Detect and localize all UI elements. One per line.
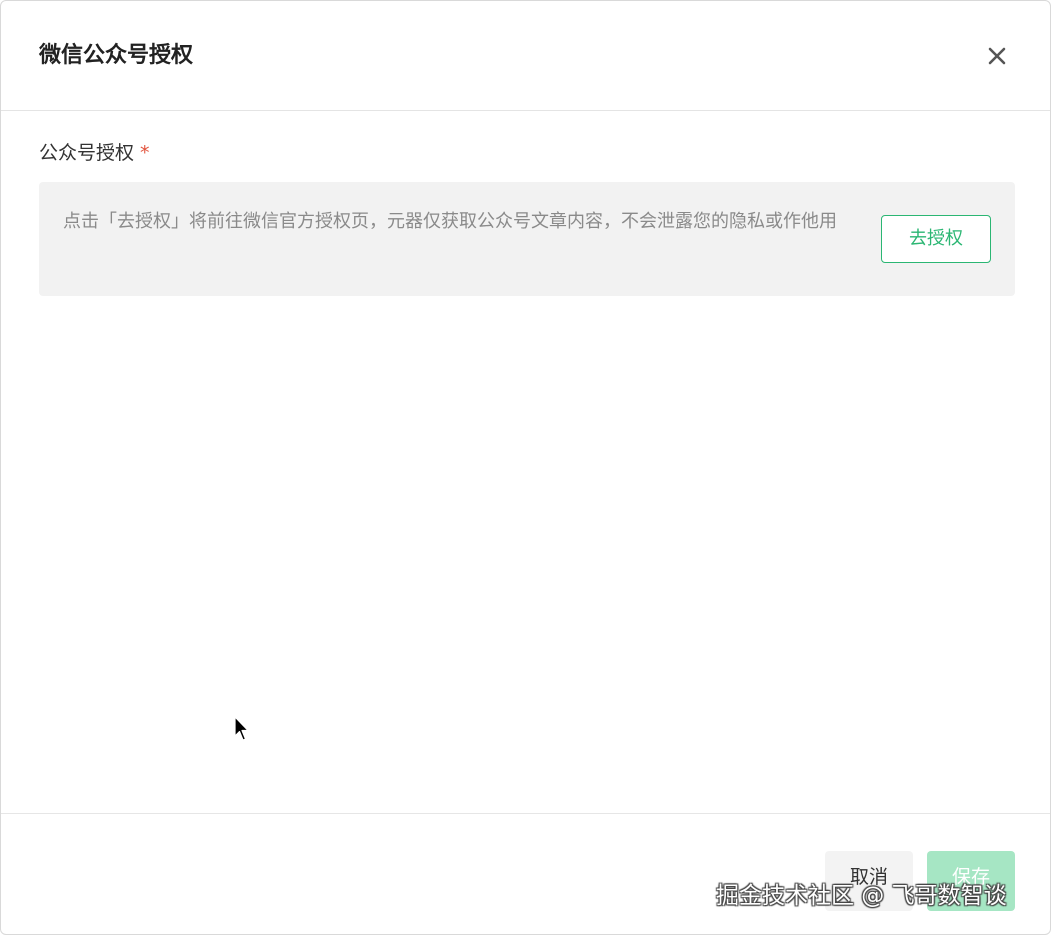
authorization-notice: 点击「去授权」将前往微信官方授权页，元器仅获取公众号文章内容，不会泄露您的隐私或… <box>39 182 1015 296</box>
dialog-title: 微信公众号授权 <box>39 43 194 68</box>
footer-divider <box>1 813 1050 814</box>
field-label-text: 公众号授权 <box>39 142 135 164</box>
dialog-header: 微信公众号授权 <box>1 1 1050 111</box>
close-button[interactable] <box>984 43 1010 69</box>
notice-text: 点击「去授权」将前往微信官方授权页，元器仅获取公众号文章内容，不会泄露您的隐私或… <box>63 211 837 232</box>
wechat-auth-dialog: 微信公众号授权 公众号授权 * 点击「去授权」将前往微信官方授权页，元器仅获取公众… <box>0 0 1051 935</box>
watermark: 掘金技术社区 @ 飞哥数智谈 <box>716 883 1007 909</box>
required-mark: * <box>140 142 150 164</box>
field-label-official-account: 公众号授权 * <box>39 139 150 167</box>
close-icon <box>988 47 1006 65</box>
authorize-button[interactable]: 去授权 <box>881 215 991 263</box>
mouse-cursor-icon <box>234 716 250 744</box>
